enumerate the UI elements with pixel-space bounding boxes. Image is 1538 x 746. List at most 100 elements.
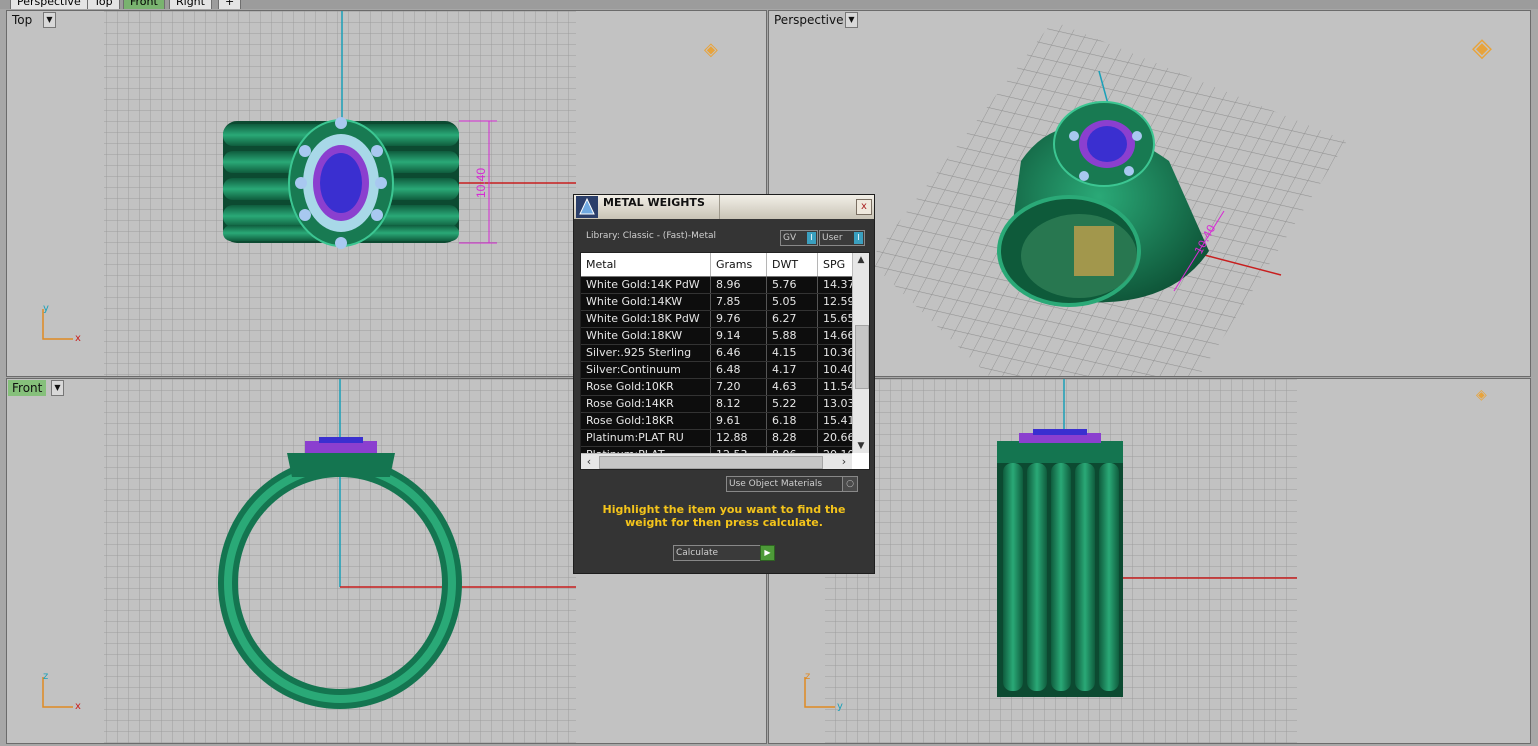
column-header-metal[interactable]: Metal xyxy=(581,253,711,276)
cell-metal: Silver:.925 Sterling xyxy=(581,345,711,361)
metal-weights-table[interactable]: Metal Grams DWT SPG White Gold:14K PdW 8.… xyxy=(580,252,870,470)
scroll-thumb[interactable] xyxy=(599,456,823,469)
table-row[interactable]: Rose Gold:10KR 7.20 4.63 11.54 xyxy=(581,379,852,396)
user-toggle[interactable]: User I xyxy=(819,230,865,246)
cell-dwt: 5.76 xyxy=(767,277,818,293)
dialog-title-bar[interactable]: METAL WEIGHTS x xyxy=(574,195,874,219)
cell-dwt: 8.28 xyxy=(767,430,818,446)
cell-spg: 15.65 xyxy=(823,312,852,325)
column-header-dwt[interactable]: DWT xyxy=(767,253,818,276)
instruction-text: Highlight the item you want to find the … xyxy=(602,503,846,529)
table-row[interactable]: White Gold:18KW 9.14 5.88 14.66 xyxy=(581,328,852,345)
cell-dwt: 4.15 xyxy=(767,345,818,361)
scroll-right-icon[interactable]: › xyxy=(836,454,852,469)
viewport-perspective[interactable]: 10.40 Perspective ▼ ◈ xyxy=(768,10,1531,377)
axis-z-label: z xyxy=(805,671,810,682)
cell-spg: 14.66 xyxy=(823,329,852,342)
viewport-label-top[interactable]: Top xyxy=(8,12,37,28)
cell-grams: 12.88 xyxy=(711,430,767,446)
perspective-view-canvas: 10.40 xyxy=(869,21,1347,376)
dialog-title: METAL WEIGHTS xyxy=(603,196,705,209)
scroll-left-icon[interactable]: ‹ xyxy=(581,454,597,469)
cell-grams: 6.46 xyxy=(711,345,767,361)
title-divider xyxy=(719,195,720,219)
cell-metal: Rose Gold:18KR xyxy=(581,413,711,429)
cell-spg: 12.59 xyxy=(823,295,852,308)
close-button[interactable]: x xyxy=(856,199,872,215)
toggle-indicator-icon: I xyxy=(854,232,863,244)
gv-toggle-label: GV xyxy=(783,233,797,243)
table-row[interactable]: White Gold:14K PdW 8.96 5.76 14.37 xyxy=(581,277,852,294)
scroll-up-icon[interactable]: ▲ xyxy=(853,253,869,267)
tab-front[interactable]: Front xyxy=(123,0,165,9)
cell-grams: 6.48 xyxy=(711,362,767,378)
table-header: Metal Grams DWT SPG xyxy=(581,253,852,277)
axis-x-label: x xyxy=(75,701,81,712)
table-row[interactable]: Platinum:PLAT RU 12.88 8.28 20.66 xyxy=(581,430,852,447)
tab-right[interactable]: Right xyxy=(169,0,212,9)
cell-grams: 7.85 xyxy=(711,294,767,310)
ring-right xyxy=(997,429,1123,697)
diamond-icon[interactable]: ◈ xyxy=(1476,387,1487,403)
column-header-spg[interactable]: SPG xyxy=(818,253,852,276)
cell-dwt: 5.05 xyxy=(767,294,818,310)
cell-grams: 9.76 xyxy=(711,311,767,327)
cell-spg: 14.37 xyxy=(823,278,852,291)
tab-top[interactable]: Top xyxy=(87,0,120,9)
horizontal-scrollbar[interactable]: ‹ › xyxy=(581,453,852,469)
cell-dwt: 5.22 xyxy=(767,396,818,412)
cell-metal: Platinum:PLAT RU xyxy=(581,430,711,446)
scroll-thumb[interactable] xyxy=(855,325,869,389)
library-label: Library: Classic - (Fast)-Metal xyxy=(586,231,717,241)
play-icon: ▶ xyxy=(760,545,775,561)
cell-metal: White Gold:14KW xyxy=(581,294,711,310)
table-row[interactable]: Rose Gold:14KR 8.12 5.22 13.03 xyxy=(581,396,852,413)
table-row[interactable]: Silver:.925 Sterling 6.46 4.15 10.36 xyxy=(581,345,852,362)
cell-spg: 20.66 xyxy=(823,431,852,444)
cell-grams: 7.20 xyxy=(711,379,767,395)
cell-dwt: 6.18 xyxy=(767,413,818,429)
cell-grams: 8.96 xyxy=(711,277,767,293)
tab-perspective[interactable]: Perspective xyxy=(10,0,88,9)
vertical-scrollbar[interactable]: ▲ ▼ xyxy=(852,253,869,453)
table-row[interactable]: Silver:Continuum 6.48 4.17 10.40 xyxy=(581,362,852,379)
metal-weights-dialog[interactable]: METAL WEIGHTS x Library: Classic - (Fast… xyxy=(573,194,875,574)
cell-spg: 10.40 xyxy=(823,363,852,376)
viewport-right[interactable]: z y ◈ xyxy=(768,378,1531,744)
cell-metal: Rose Gold:14KR xyxy=(581,396,711,412)
scroll-down-icon[interactable]: ▼ xyxy=(853,439,869,453)
use-object-materials-label: Use Object Materials xyxy=(729,479,823,489)
cell-dwt: 5.88 xyxy=(767,328,818,344)
cell-spg: 10.36 xyxy=(823,346,852,359)
ring-top-head xyxy=(288,117,394,249)
chevron-down-icon[interactable]: ▼ xyxy=(51,380,64,396)
tab-add[interactable]: + xyxy=(218,0,242,9)
cell-dwt: 4.63 xyxy=(767,379,818,395)
viewport-label-perspective[interactable]: Perspective xyxy=(770,12,848,28)
chevron-down-icon[interactable]: ▼ xyxy=(845,12,858,28)
cell-grams: 8.12 xyxy=(711,396,767,412)
cell-metal: White Gold:18KW xyxy=(581,328,711,344)
calculate-button[interactable]: Calculate ▶ xyxy=(673,545,775,561)
use-object-materials-toggle[interactable]: Use Object Materials ○ xyxy=(726,476,858,492)
axis-y-label: y xyxy=(43,303,49,314)
diamond-icon[interactable]: ◈ xyxy=(1472,33,1492,63)
diamond-icon[interactable]: ◈ xyxy=(704,39,718,60)
toggle-indicator-icon: ○ xyxy=(842,476,858,492)
app-logo-icon xyxy=(576,196,598,218)
cell-spg: 11.54 xyxy=(823,380,852,393)
table-row[interactable]: White Gold:14KW 7.85 5.05 12.59 xyxy=(581,294,852,311)
cell-metal: White Gold:18K PdW xyxy=(581,311,711,327)
cell-dwt: 4.17 xyxy=(767,362,818,378)
viewport-label-front[interactable]: Front xyxy=(8,380,47,396)
table-row[interactable]: Rose Gold:18KR 9.61 6.18 15.41 xyxy=(581,413,852,430)
cell-metal: Silver:Continuum xyxy=(581,362,711,378)
table-body: White Gold:14K PdW 8.96 5.76 14.37 White Go… xyxy=(581,277,852,464)
table-row[interactable]: White Gold:18K PdW 9.76 6.27 15.65 xyxy=(581,311,852,328)
cell-metal: White Gold:14K PdW xyxy=(581,277,711,293)
cell-spg: 13.03 xyxy=(823,397,852,410)
chevron-down-icon[interactable]: ▼ xyxy=(43,12,56,28)
axis-x-label: x xyxy=(75,333,81,344)
column-header-grams[interactable]: Grams xyxy=(711,253,767,276)
gv-toggle[interactable]: GV I xyxy=(780,230,818,246)
